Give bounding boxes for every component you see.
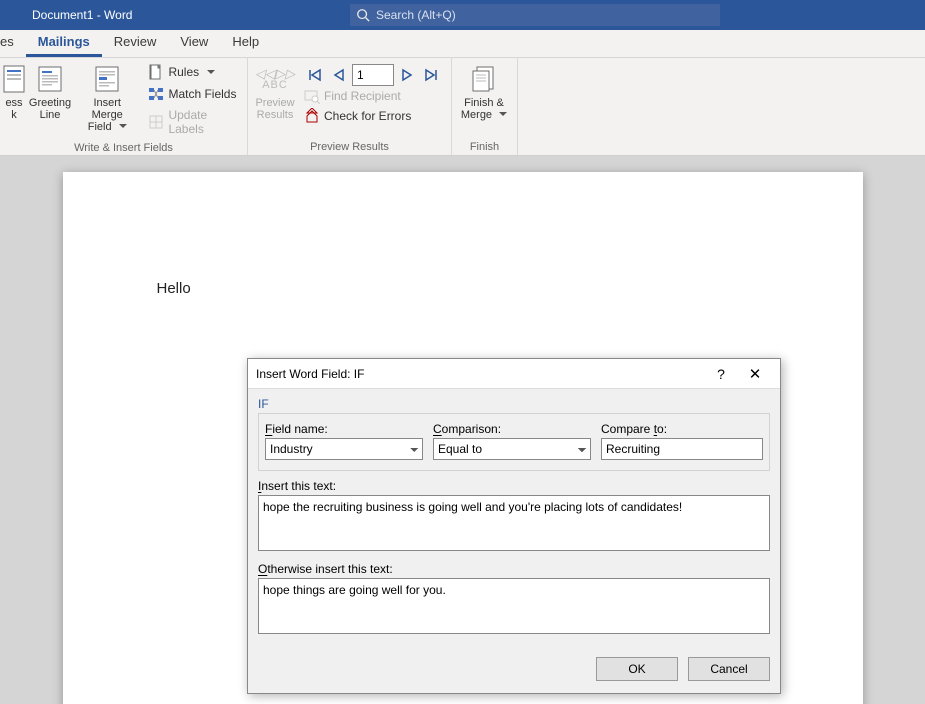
rules-icon [148,64,164,80]
finish-merge-button[interactable]: Finish & Merge [454,60,514,124]
find-recipient-button: Find Recipient [300,86,446,106]
record-nav [300,60,446,86]
search-wrap: Search (Alt+Q) [350,4,720,26]
tab-mailings[interactable]: Mailings [26,29,102,57]
next-record-button[interactable] [396,64,418,86]
greeting-line-button[interactable]: Greeting Line [26,60,74,124]
tab-view[interactable]: View [168,29,220,57]
ribbon-tabs: es Mailings Review View Help [0,30,925,58]
first-record-button[interactable] [304,64,326,86]
rules-button[interactable]: Rules [144,62,241,82]
insert-if-field-dialog: Insert Word Field: IF ? ✕ IF Field name:… [247,358,781,694]
find-recipient-icon [304,88,320,104]
ok-button[interactable]: OK [596,657,678,681]
match-fields-icon [148,86,164,102]
search-placeholder: Search (Alt+Q) [376,8,456,22]
check-errors-icon [304,108,320,124]
close-button[interactable]: ✕ [738,360,772,388]
group-write-insert: ess k Greeting Line Insert Merge Field [0,58,248,155]
chevron-down-icon [115,121,127,133]
prev-record-button[interactable] [328,64,350,86]
insert-merge-field-icon [91,63,123,95]
compare-to-label: Compare to: [601,422,763,436]
field-name-select[interactable]: Industry [265,438,423,460]
document-title: Document1 - Word [0,8,132,22]
label: Match Fields [168,87,236,101]
preview-results-icon: ◁◁▷▷ ABC [259,63,291,95]
chevron-down-icon [203,65,215,79]
dialog-title: Insert Word Field: IF [256,367,704,381]
document-body-text: Hello [157,280,863,297]
compare-to-input[interactable] [601,438,763,460]
group-label: Finish [454,139,515,155]
search-icon [356,8,370,22]
finish-merge-icon [468,63,500,95]
label: Greeting Line [29,97,71,121]
close-icon: ✕ [749,365,762,383]
group-preview-results: ◁◁▷▷ ABC Preview Results [248,58,452,155]
update-labels-icon [148,114,164,130]
label: Insert Merge Field [77,97,137,133]
label: Finish & Merge [461,97,507,121]
comparison-label: Comparison: [433,422,591,436]
cancel-button[interactable]: Cancel [688,657,770,681]
label: Preview Results [255,97,294,121]
insert-merge-field-button[interactable]: Insert Merge Field [74,60,140,136]
field-name-label: Field name: [265,422,423,436]
rules-col: Rules Match Fields Update Labels [140,60,245,140]
dialog-buttons: OK Cancel [248,649,780,693]
tab-references-partial[interactable]: es [0,29,26,57]
match-fields-button[interactable]: Match Fields [144,84,241,104]
section-if-label: IF [258,397,770,413]
help-button[interactable]: ? [704,360,738,388]
label: ess k [5,97,22,121]
title-bar: Document1 - Word Search (Alt+Q) [0,0,925,30]
ribbon: ess k Greeting Line Insert Merge Field [0,58,925,156]
help-icon: ? [717,366,725,382]
group-label: Write & Insert Fields [2,140,245,156]
tab-help[interactable]: Help [220,29,271,57]
comparison-select[interactable]: Equal to [433,438,591,460]
group-finish: Finish & Merge Finish [452,58,518,155]
otherwise-label: Otherwise insert this text: [258,562,770,576]
address-block-button-partial[interactable]: ess k [2,60,26,124]
update-labels-button: Update Labels [144,106,241,138]
tab-review[interactable]: Review [102,29,169,57]
insert-text-label: Insert this text: [258,479,770,493]
chevron-down-icon [495,109,507,121]
greeting-line-icon [34,63,66,95]
search-box[interactable]: Search (Alt+Q) [350,4,720,26]
record-number-input[interactable] [352,64,394,86]
otherwise-text-area[interactable] [258,578,770,634]
label: Update Labels [168,108,237,136]
label: Rules [168,65,199,79]
last-record-button[interactable] [420,64,442,86]
label: Find Recipient [324,89,401,103]
label: Check for Errors [324,109,411,123]
dialog-titlebar: Insert Word Field: IF ? ✕ [248,359,780,389]
preview-results-button[interactable]: ◁◁▷▷ ABC Preview Results [250,60,300,124]
group-label: Preview Results [250,139,449,155]
insert-text-area[interactable] [258,495,770,551]
check-errors-button[interactable]: Check for Errors [300,106,446,126]
